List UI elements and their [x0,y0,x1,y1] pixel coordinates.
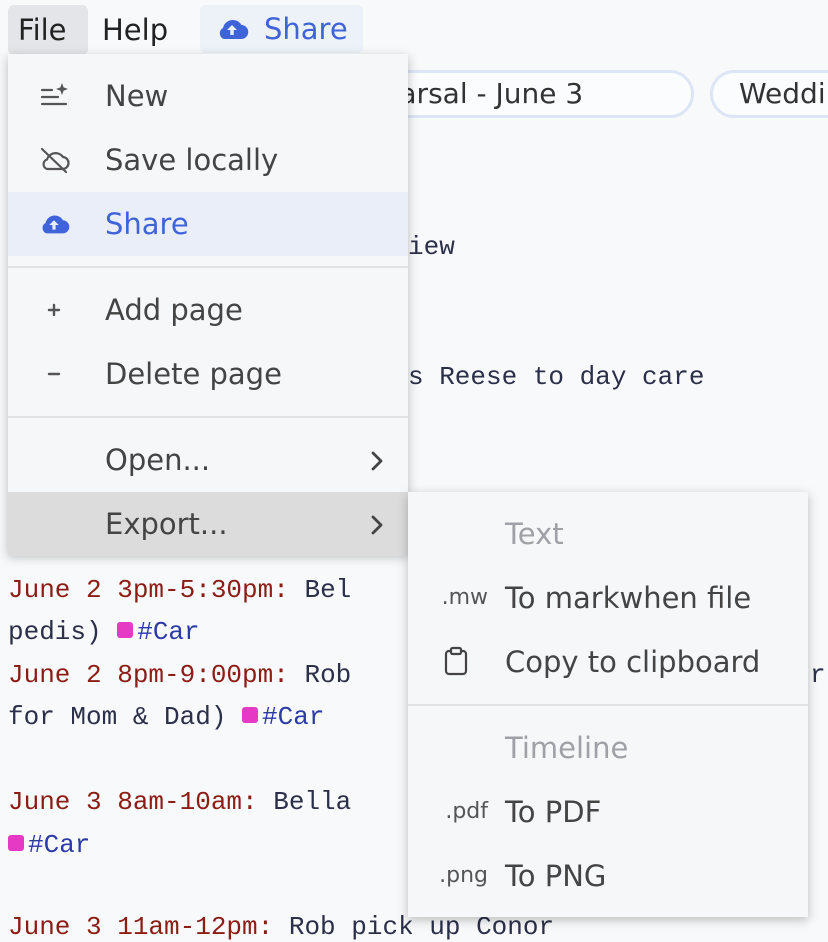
menu-item-label: Copy to clipboard [505,645,761,679]
event-text: Bel [288,575,352,605]
tag-swatch [117,622,134,638]
menu-item-save-locally[interactable]: Save locally [8,128,408,192]
new-sparkle-icon [40,83,68,106]
event-text: Rob [288,660,352,690]
export-markwhen-item[interactable]: .mw To markwhen file [408,566,808,630]
menu-item-delete-page[interactable]: Delete page [8,342,408,406]
menu-item-label: To markwhen file [505,581,752,615]
cloud-off-icon [40,147,70,174]
event-tag: #Car [28,830,91,860]
event-date: June 2 3pm-5:30pm: [8,575,289,605]
cloud-upload-icon [219,19,249,40]
tag-swatch [242,707,259,723]
export-submenu: Text .mw To markwhen file Copy to clipbo… [408,492,808,917]
file-menu: New Save locally Share Add page Delete p… [8,54,408,556]
event-tag: #Car [137,617,200,647]
file-menu-button[interactable]: File [8,5,88,55]
cloud-upload-icon [42,215,70,234]
menu-item-label: To PDF [505,795,602,829]
editor-line[interactable]: June 2 3pm-5:30pm: Bel [8,575,351,605]
export-png-item[interactable]: .png To PNG [408,844,808,908]
menu-item-label: Share [105,207,189,241]
file-extension-label: .pdf [445,799,488,824]
file-extension-label: .mw [441,585,488,610]
menu-item-label: Export... [105,507,228,541]
menu-item-label: To PNG [505,859,607,893]
clipboard-icon [444,646,468,676]
chevron-right-icon [371,451,383,471]
file-extension-label: .png [439,863,488,888]
editor-line-fragment[interactable]: s Reese to day care [408,362,704,392]
event-text: pedis) [8,617,118,647]
chevron-right-icon [371,515,383,535]
event-tag: #Car [262,702,325,732]
menu-item-new[interactable]: New [8,64,408,128]
event-text: for Mom & Dad) [8,702,243,732]
menu-divider [408,704,808,706]
tag-swatch [8,835,24,851]
menu-item-add-page[interactable]: Add page [8,278,408,342]
submenu-group-label: Timeline [505,731,629,765]
editor-line[interactable]: June 3 8am-10am: Bella [8,787,351,817]
menu-item-export[interactable]: Export... [8,492,408,556]
share-button-label: Share [264,12,348,46]
help-menu-button[interactable]: Help [92,5,178,55]
copy-to-clipboard-item[interactable]: Copy to clipboard [408,630,808,694]
event-text: Bella [257,787,352,817]
menu-divider [8,416,408,418]
event-date: June 2 8pm-9:00pm: [8,660,289,690]
page-tab-label: Wedding [739,77,828,110]
editor-line-fragment[interactable]: iew [408,232,455,262]
minus-icon [47,372,61,376]
menu-divider [8,266,408,268]
menu-item-label: Add page [105,293,243,327]
menu-item-label: Save locally [105,143,279,177]
share-button[interactable]: Share [200,5,363,53]
submenu-group-label: Text [505,517,564,551]
editor-line[interactable]: for Mom & Dad) #Car [8,702,324,732]
menu-item-share[interactable]: Share [8,192,408,256]
menubar: File Help Share [0,0,828,56]
menu-item-open[interactable]: Open... [8,428,408,492]
editor-line[interactable]: #Car [8,830,90,860]
menu-item-label: Open... [105,443,211,477]
editor-line-fragment: r [810,660,826,690]
event-date: June 3 8am-10am: [8,787,258,817]
page-tab-wedding[interactable]: Wedding [710,70,828,118]
editor-line[interactable]: June 2 8pm-9:00pm: Rob [8,660,351,690]
menu-item-label: Delete page [105,357,282,391]
export-pdf-item[interactable]: .pdf To PDF [408,780,808,844]
menu-item-label: New [105,79,169,113]
editor-line[interactable]: pedis) #Car [8,617,200,647]
plus-icon [47,303,61,317]
